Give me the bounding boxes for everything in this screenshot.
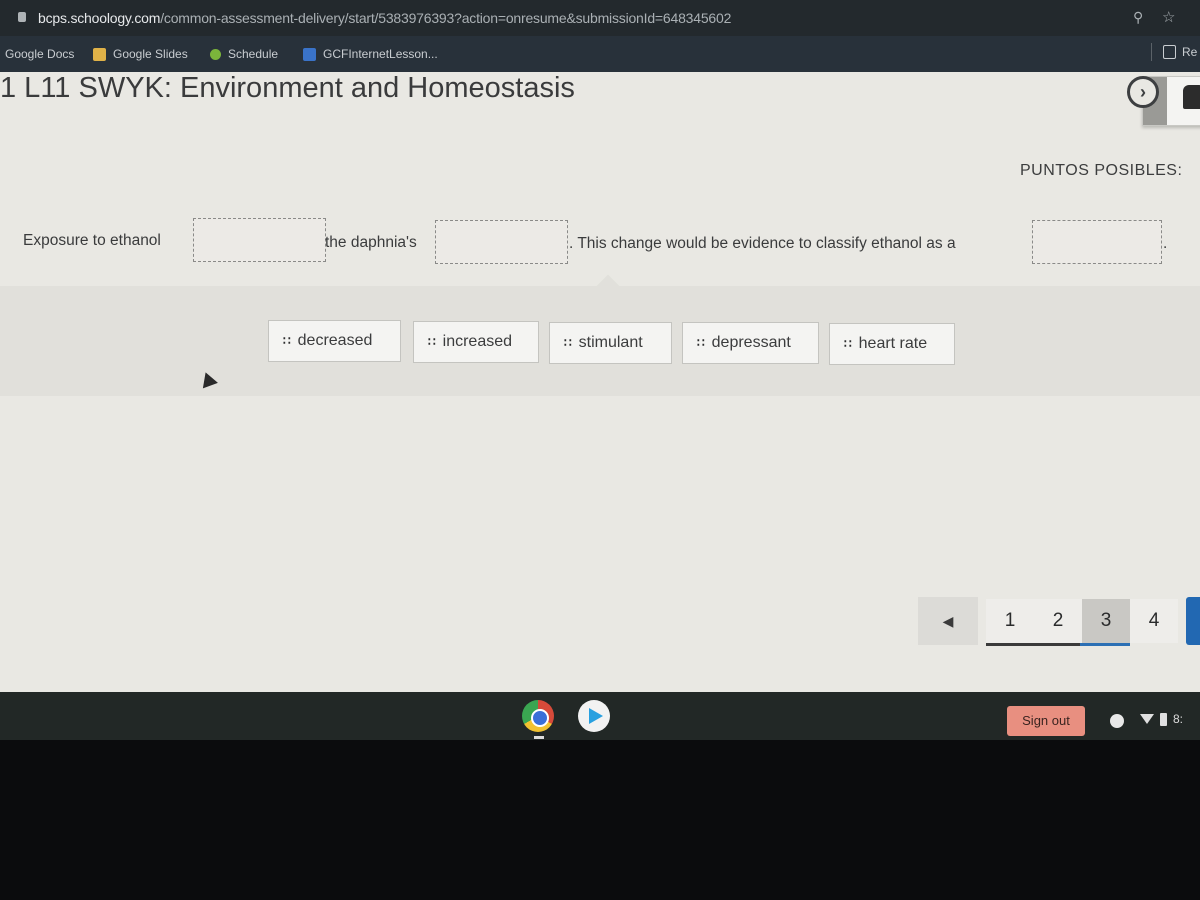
page-button-4[interactable]: 4 bbox=[1130, 599, 1178, 643]
page-button-2[interactable]: 2 bbox=[1034, 599, 1082, 643]
drop-zone-3[interactable] bbox=[1032, 220, 1162, 264]
wifi-icon bbox=[1140, 714, 1154, 724]
bookmark-gcf-internet-lesson[interactable]: GCFInternetLesson... bbox=[303, 47, 438, 61]
bookmark-star-icon[interactable]: ☆ bbox=[1162, 8, 1175, 26]
drag-handle-icon: ∷ bbox=[697, 336, 705, 350]
word-bank-pointer bbox=[596, 274, 620, 298]
bookmark-google-slides[interactable]: Google Slides bbox=[93, 47, 188, 61]
url-text[interactable]: bcps.schoology.com/common-assessment-del… bbox=[38, 10, 731, 26]
bookmarks-bar: Google Docs Google Slides Schedule GCFIn… bbox=[0, 36, 1200, 72]
word-chip-heart-rate[interactable]: ∷ heart rate bbox=[829, 323, 955, 365]
progress-indicator bbox=[986, 643, 1130, 646]
lock-icon bbox=[18, 12, 26, 22]
battery-icon bbox=[1160, 712, 1167, 726]
os-shelf: Sign out 8: bbox=[0, 692, 1200, 740]
drag-handle-icon: ∷ bbox=[844, 337, 852, 351]
hand-raise-icon bbox=[1183, 85, 1200, 109]
zoom-icon[interactable]: ⚲ bbox=[1133, 9, 1143, 26]
sentence-part-2: the daphnia's bbox=[325, 234, 417, 251]
page-button-1[interactable]: 1 bbox=[986, 599, 1034, 643]
word-bank: ∷ decreased ∷ increased ∷ stimulant ∷ depres… bbox=[0, 274, 1200, 396]
sign-out-button[interactable]: Sign out bbox=[1007, 706, 1085, 736]
system-tray[interactable]: 8: bbox=[1140, 712, 1183, 726]
sentence-part-4: . bbox=[1163, 235, 1168, 252]
word-chip-stimulant[interactable]: ∷ stimulant bbox=[549, 322, 672, 364]
schedule-icon bbox=[210, 48, 221, 60]
next-arrow-button[interactable]: › bbox=[1127, 76, 1159, 108]
drop-zone-2[interactable] bbox=[435, 220, 568, 264]
screen-bezel bbox=[0, 740, 1200, 900]
drag-handle-icon: ∷ bbox=[564, 336, 572, 350]
sentence-part-1: Exposure to ethanol bbox=[23, 232, 161, 249]
current-progress-marker bbox=[1080, 643, 1130, 646]
reading-list-button[interactable]: Re bbox=[1151, 43, 1197, 61]
chrome-app-icon[interactable] bbox=[522, 700, 554, 732]
page-button-3-current[interactable]: 3 bbox=[1082, 599, 1130, 643]
divider bbox=[1151, 43, 1152, 61]
bookmark-schedule[interactable]: Schedule bbox=[210, 47, 278, 61]
page-title: 1 L11 SWYK: Environment and Homeostasis bbox=[0, 72, 575, 104]
bookmark-google-docs[interactable]: Google Docs bbox=[5, 47, 74, 61]
assessment-page: 1 L11 SWYK: Environment and Homeostasis … bbox=[0, 72, 1200, 692]
slides-icon bbox=[93, 47, 106, 61]
cloze-sentence: Exposure to ethanol the daphnia's . This… bbox=[0, 210, 1200, 270]
possible-points-label: PUNTOS POSIBLES: bbox=[1020, 162, 1183, 179]
play-store-app-icon[interactable] bbox=[578, 700, 610, 732]
word-chip-depressant[interactable]: ∷ depressant bbox=[682, 322, 819, 364]
clock: 8: bbox=[1173, 712, 1184, 726]
address-bar[interactable]: bcps.schoology.com/common-assessment-del… bbox=[0, 0, 1200, 36]
notification-icon[interactable] bbox=[1110, 714, 1124, 728]
next-page-button[interactable] bbox=[1186, 597, 1200, 645]
running-indicator bbox=[534, 736, 544, 739]
previous-page-button[interactable]: ◀ bbox=[918, 597, 978, 645]
drag-handle-icon: ∷ bbox=[283, 334, 291, 348]
reading-list-icon bbox=[1163, 45, 1176, 59]
drop-zone-1[interactable] bbox=[193, 218, 326, 262]
word-chip-decreased[interactable]: ∷ decreased bbox=[268, 320, 401, 362]
doc-icon bbox=[303, 47, 316, 61]
drag-handle-icon: ∷ bbox=[428, 335, 436, 349]
sentence-part-3: . This change would be evidence to class… bbox=[569, 235, 956, 252]
word-chip-increased[interactable]: ∷ increased bbox=[413, 321, 539, 363]
